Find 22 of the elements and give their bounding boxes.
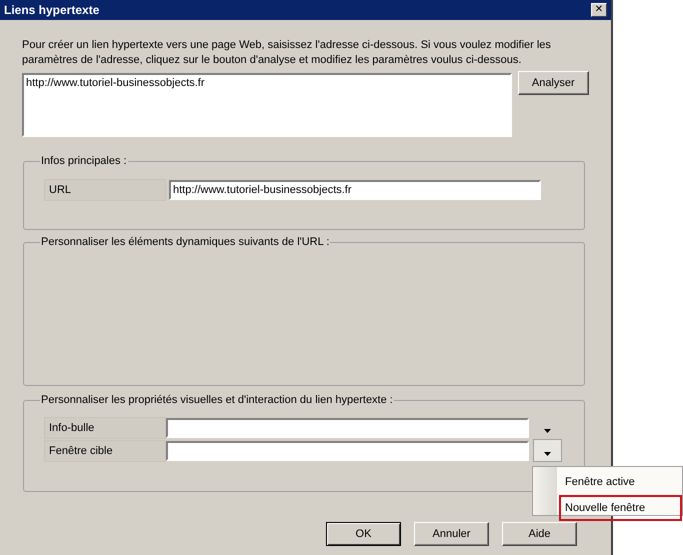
caret-icon	[544, 452, 551, 456]
instruction-text: Pour créer un lien hypertexte vers une page Web, saisissez l'adresse ci-dessous. Si vous voulez modifier les paramètres de l'adresse, cliquez sur le bouton d'analyse et modifiez les paramètres voulus ci-dessous.	[22, 38, 552, 68]
input-field[interactable]	[166, 440, 529, 460]
window-title: Liens hypertexte	[4, 3, 100, 17]
menu-item[interactable]: Fenêtre active	[559, 469, 682, 495]
close-button[interactable]: ✕	[591, 3, 607, 17]
group-title: Personnaliser les éléments dynamiques suivants de l'URL :	[40, 236, 330, 248]
url-field[interactable]: http://www.tutoriel-businessobjects.fr	[169, 180, 541, 200]
field-label: URL	[44, 179, 166, 201]
input-field[interactable]	[166, 418, 529, 438]
group-title: Personnaliser les propriétés visuelles et d'interaction du lien hypertexte :	[40, 394, 394, 406]
menu-item[interactable]: Nouvelle fenêtre	[559, 495, 682, 521]
field-label: Fenêtre cible	[44, 440, 166, 462]
dialog-button[interactable]: OK	[326, 522, 401, 546]
dialog-button[interactable]: Aide	[502, 522, 577, 546]
analyze-button[interactable]: Analyser	[518, 71, 589, 95]
dropdown-button[interactable]	[533, 439, 562, 462]
address-field[interactable]: http://www.tutoriel-businessobjects.fr	[22, 73, 512, 137]
group-title: Infos principales :	[40, 155, 128, 167]
caret-icon	[544, 429, 551, 433]
field-label: Info-bulle	[44, 416, 166, 438]
dialog-button[interactable]: Annuler	[414, 522, 489, 546]
